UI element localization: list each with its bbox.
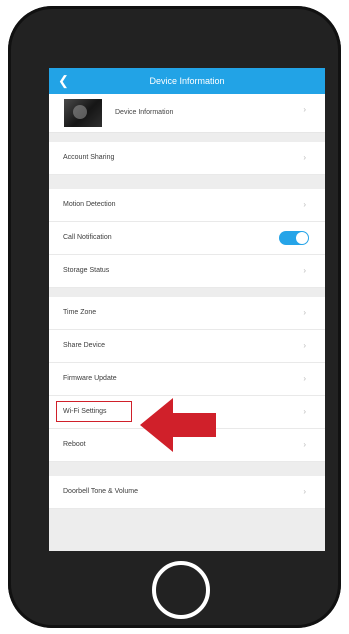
account-sharing-row[interactable]: Account Sharing › bbox=[49, 142, 325, 175]
firmware-update-row[interactable]: Firmware Update › bbox=[49, 363, 325, 396]
chevron-right-icon: › bbox=[303, 105, 306, 114]
section-divider bbox=[49, 288, 325, 297]
page-title: Device Information bbox=[149, 76, 225, 86]
share-device-row[interactable]: Share Device › bbox=[49, 330, 325, 363]
chevron-right-icon: › bbox=[303, 440, 306, 449]
chevron-right-icon: › bbox=[303, 487, 306, 496]
chevron-right-icon: › bbox=[303, 374, 306, 383]
storage-status-label: Storage Status bbox=[63, 267, 110, 274]
motion-detection-row[interactable]: Motion Detection › bbox=[49, 189, 325, 222]
section-divider bbox=[49, 175, 325, 189]
call-notification-label: Call Notification bbox=[63, 234, 112, 241]
chevron-right-icon: › bbox=[303, 341, 306, 350]
section-divider bbox=[49, 133, 325, 142]
call-notification-row: Call Notification bbox=[49, 222, 325, 255]
motion-detection-label: Motion Detection bbox=[63, 201, 116, 208]
doorbell-tone-volume-row[interactable]: Doorbell Tone & Volume › bbox=[49, 476, 325, 509]
red-arrow-icon bbox=[140, 398, 216, 452]
chevron-right-icon: › bbox=[303, 153, 306, 162]
home-button[interactable] bbox=[152, 561, 210, 619]
device-info-label: Device Information bbox=[115, 109, 174, 116]
firmware-update-label: Firmware Update bbox=[63, 375, 117, 382]
device-thumbnail-icon bbox=[64, 99, 102, 127]
toggle-knob bbox=[296, 232, 308, 244]
storage-status-row[interactable]: Storage Status › bbox=[49, 255, 325, 288]
time-zone-label: Time Zone bbox=[63, 309, 97, 316]
time-zone-row[interactable]: Time Zone › bbox=[49, 297, 325, 330]
chevron-right-icon: › bbox=[303, 407, 306, 416]
account-sharing-label: Account Sharing bbox=[63, 154, 115, 161]
share-device-label: Share Device bbox=[63, 342, 106, 349]
chevron-right-icon: › bbox=[303, 308, 306, 317]
section-divider bbox=[49, 462, 325, 476]
app-screen: ❮ Device Information Device Information … bbox=[49, 68, 325, 551]
chevron-right-icon: › bbox=[303, 200, 306, 209]
wifi-settings-label: Wi-Fi Settings bbox=[63, 408, 107, 415]
call-notification-toggle[interactable] bbox=[279, 231, 309, 245]
chevron-right-icon: › bbox=[303, 266, 306, 275]
device-info-row[interactable]: Device Information › bbox=[49, 94, 325, 133]
doorbell-tone-volume-label: Doorbell Tone & Volume bbox=[63, 488, 138, 495]
app-header: ❮ Device Information bbox=[49, 68, 325, 94]
reboot-label: Reboot bbox=[63, 441, 86, 448]
